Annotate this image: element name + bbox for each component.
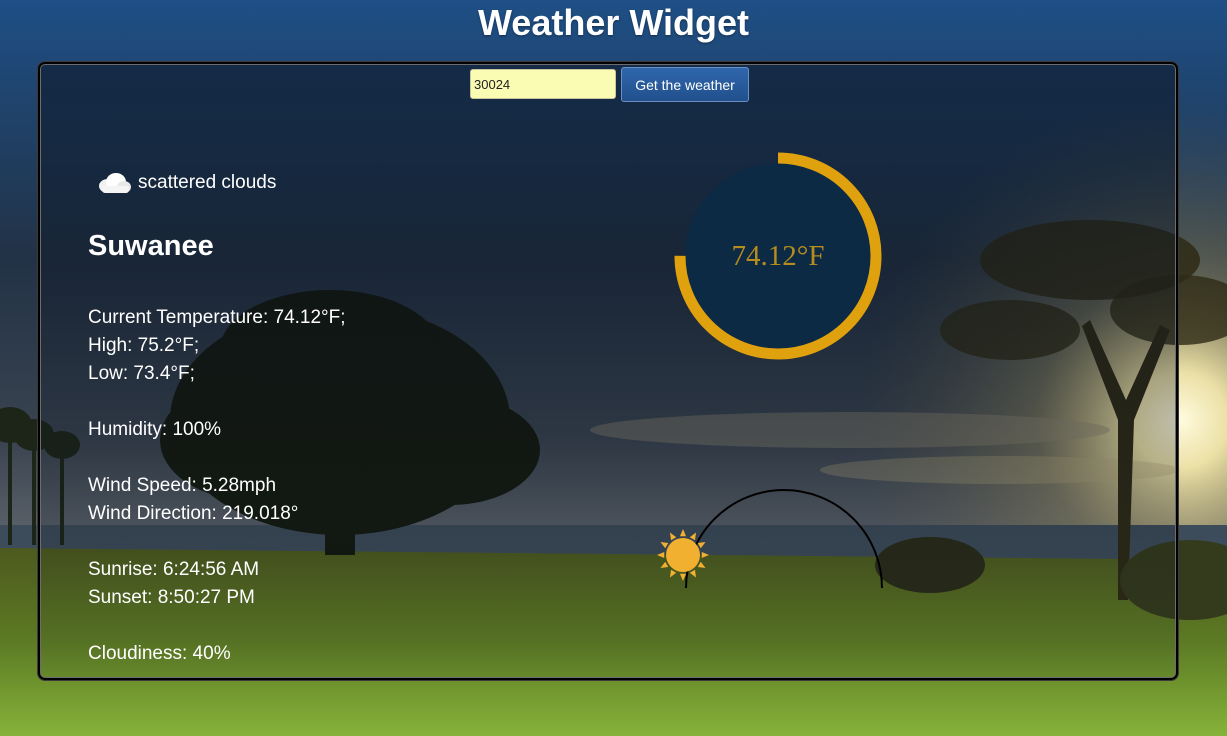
sun-ray <box>660 561 669 568</box>
page-title: Weather Widget <box>477 2 750 43</box>
cloud-icon <box>99 173 131 193</box>
sun-ray <box>697 542 706 549</box>
sun-ray <box>689 532 696 541</box>
low-temperature: Low: 73.4°F; <box>88 363 195 384</box>
city-name: Suwanee <box>88 230 214 262</box>
wind-speed: Wind Speed: 5.28mph <box>88 475 277 496</box>
sun-ray <box>670 569 677 578</box>
high-temperature: High: 75.2°F; <box>88 335 200 356</box>
weather-description: scattered clouds <box>96 172 276 194</box>
sun-ray <box>657 551 665 559</box>
sun-ray <box>670 532 677 541</box>
zip-code-input[interactable] <box>470 69 616 99</box>
sun-ray <box>689 569 696 578</box>
wind-direction: Wind Direction: 219.018° <box>88 503 299 524</box>
get-weather-button[interactable]: Get the weather <box>621 67 749 102</box>
sun-ray <box>660 542 669 549</box>
weather-panel: Get the weather scattered clouds Suwanee… <box>38 62 1178 680</box>
description-text: scattered clouds <box>138 172 277 193</box>
sunset-time: Sunset: 8:50:27 PM <box>88 587 255 608</box>
sun-ray <box>679 529 687 537</box>
temperature-gauge: 74.12°F <box>673 151 883 361</box>
sun-icon <box>657 529 709 581</box>
sun-ray <box>697 561 706 568</box>
sun-ray <box>679 573 687 581</box>
weather-stats: Current Temperature: 74.12°F; High: 75.2… <box>88 304 346 668</box>
humidity: Humidity: 100% <box>88 419 222 440</box>
sun-ray <box>701 551 709 559</box>
temperature-gauge-value: 74.12°F <box>731 239 825 272</box>
current-temperature: Current Temperature: 74.12°F; <box>88 307 346 328</box>
sunrise-time: Sunrise: 6:24:56 AM <box>88 559 260 580</box>
cloudiness: Cloudiness: 40% <box>88 643 231 664</box>
